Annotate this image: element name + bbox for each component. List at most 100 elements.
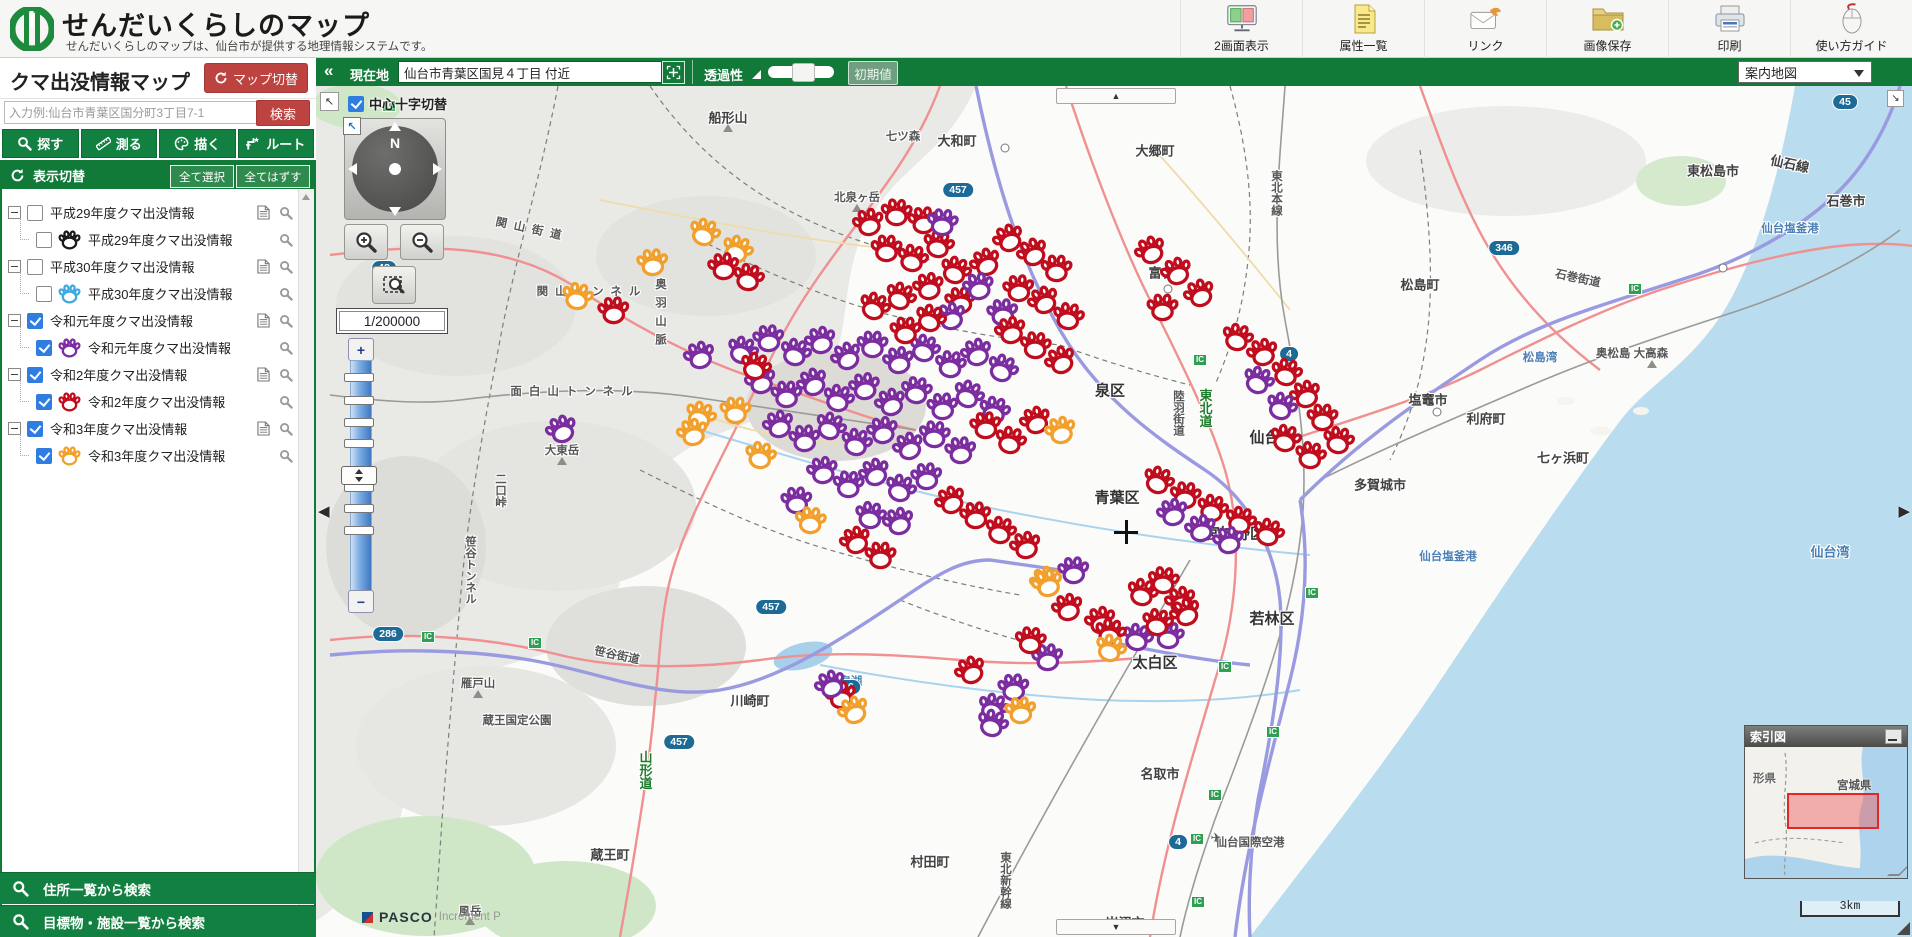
map-scalebar: 3km <box>1800 901 1900 917</box>
layer-group-checkbox[interactable] <box>27 205 43 221</box>
bear-sighting-marker[interactable] <box>742 438 780 472</box>
toolbar-print[interactable]: 印刷 <box>1668 0 1790 58</box>
layer-item-checkbox[interactable] <box>36 286 52 302</box>
zoom-tick[interactable] <box>344 418 374 427</box>
layer-panel-title: 表示切替 <box>33 166 85 185</box>
toolbar-dual-screen[interactable]: 2画面表示 <box>1180 0 1302 58</box>
side-tool-search[interactable]: 探す <box>2 129 79 158</box>
side-tool-route[interactable]: ルート <box>238 129 315 158</box>
zoom-slider-plus-button[interactable]: + <box>348 338 374 361</box>
zoom-in-button[interactable] <box>344 224 388 260</box>
address-list-search-button[interactable]: 住所一覧から検索 <box>0 872 316 904</box>
zoom-slider-minus-button[interactable]: − <box>348 590 374 613</box>
town-marker-icon <box>1719 264 1728 273</box>
select-all-button[interactable]: 全て選択 <box>170 165 234 188</box>
refresh-icon <box>214 71 228 85</box>
search-button[interactable]: 検索 <box>256 100 310 126</box>
bear-sighting-marker[interactable] <box>793 505 828 537</box>
map-switch-button[interactable]: マップ切替 <box>204 63 308 93</box>
bear-sighting-marker[interactable] <box>1050 300 1087 334</box>
compass-center-dot[interactable] <box>389 163 401 175</box>
zoom-tick[interactable] <box>344 396 374 405</box>
pan-right-arrow[interactable]: ▶ <box>1898 502 1910 520</box>
zoom-tick[interactable] <box>344 439 374 448</box>
layer-item-checkbox[interactable] <box>36 340 52 356</box>
center-cross-checkbox[interactable] <box>348 96 364 112</box>
pan-down-icon[interactable] <box>389 207 401 216</box>
index-map-body[interactable]: 形県 宮城県 <box>1745 747 1907 878</box>
bear-sighting-marker[interactable] <box>1040 254 1074 284</box>
pan-right-icon[interactable] <box>433 163 442 175</box>
address-search-input[interactable] <box>4 101 262 124</box>
toolbar-link[interactable]: リンク <box>1424 0 1546 58</box>
bear-paw-legend-icon <box>58 446 81 466</box>
pan-up-bar[interactable]: ▲ <box>1056 88 1176 104</box>
reset-north-button[interactable]: ↖ <box>343 117 361 135</box>
bear-sighting-marker[interactable] <box>909 461 944 493</box>
bear-sighting-marker[interactable] <box>719 396 752 425</box>
current-location-input[interactable] <box>398 61 662 83</box>
toolbar-image-save[interactable]: 画像保存 <box>1546 0 1668 58</box>
layer-group-checkbox[interactable] <box>27 259 43 275</box>
zoom-box-button[interactable] <box>372 266 416 304</box>
layer-group-checkbox[interactable] <box>27 421 43 437</box>
collapse-sidebar-button[interactable]: « <box>324 61 333 81</box>
scroll-up-icon[interactable] <box>302 194 310 200</box>
map-label: 北泉ヶ岳 <box>834 189 880 205</box>
center-target-button[interactable] <box>662 61 685 84</box>
pan-left-icon[interactable] <box>348 163 357 175</box>
layer-tree-scrollbar[interactable] <box>298 189 314 923</box>
layer-zoom-icon <box>279 341 293 355</box>
bear-sighting-marker[interactable] <box>925 207 960 239</box>
map-canvas[interactable]: 船形山北泉ヶ岳七ツ森大和町大郷町富谷市東松島市仙石線石巻市松島町石巻街道仙台塩釜… <box>316 86 1912 937</box>
layer-item-checkbox[interactable] <box>36 232 52 248</box>
sidebar-title-row: クマ出没情報マップ マップ切替 <box>0 58 316 99</box>
layer-row-icons <box>279 449 293 463</box>
pan-southeast-button[interactable]: ↘ <box>1887 90 1904 107</box>
zoom-tick[interactable] <box>344 526 374 535</box>
mountain-peak-icon <box>557 457 567 465</box>
route-shield: 346 <box>1488 240 1520 256</box>
layer-row-icons <box>279 287 293 301</box>
zoom-tick[interactable] <box>344 504 374 513</box>
zoom-out-button[interactable] <box>400 224 444 260</box>
bear-sighting-marker[interactable] <box>596 295 631 326</box>
zoom-slider-handle[interactable] <box>341 466 377 485</box>
basemap-select[interactable]: 案内地図 <box>1738 61 1872 83</box>
minimize-button[interactable] <box>1885 729 1902 744</box>
compass-pad[interactable]: N ↖ <box>344 118 446 220</box>
layer-item-checkbox[interactable] <box>36 394 52 410</box>
bear-sighting-marker[interactable] <box>635 247 670 279</box>
index-map-viewport-rect[interactable] <box>1787 793 1879 829</box>
clear-all-button[interactable]: 全てはずす <box>236 165 310 188</box>
side-tool-measure[interactable]: 測る <box>81 129 158 158</box>
facility-list-search-button[interactable]: 目標物・施設一覧から検索 <box>0 905 316 937</box>
interchange-badge: IC <box>1266 726 1280 738</box>
bear-sighting-marker[interactable] <box>1146 293 1179 322</box>
reset-button[interactable]: 初期値 <box>848 61 898 85</box>
toolbar-attribute-list[interactable]: 属性一覧 <box>1302 0 1424 58</box>
layer-item-row: 平成30年度クマ出没情報 <box>2 280 299 307</box>
toolbar-guide[interactable]: 使い方ガイド <box>1790 0 1912 58</box>
layer-item-checkbox[interactable] <box>36 448 52 464</box>
bear-sighting-marker[interactable] <box>1003 695 1038 727</box>
opacity-slider[interactable] <box>768 66 834 78</box>
bear-sighting-marker[interactable] <box>1210 524 1247 558</box>
bear-sighting-marker[interactable] <box>1139 605 1177 639</box>
layer-group-checkbox[interactable] <box>27 313 43 329</box>
pan-down-bar[interactable]: ▼ <box>1056 919 1176 935</box>
pan-left-arrow[interactable]: ◀ <box>318 502 330 520</box>
zoom-tick[interactable] <box>344 373 374 382</box>
side-tool-draw[interactable]: 描く <box>159 129 236 158</box>
layer-group-checkbox[interactable] <box>27 367 43 383</box>
pan-northwest-button[interactable]: ↖ <box>320 92 339 111</box>
layer-item-label: 令和3年度クマ出没情報 <box>88 446 225 465</box>
map-corner-resize-icon[interactable] <box>1897 922 1910 935</box>
toolbar-label: 画像保存 <box>1583 37 1631 54</box>
map-label: 多賀城市 <box>1354 475 1406 494</box>
index-map-header[interactable]: 索引図 <box>1745 726 1907 747</box>
bear-sighting-marker[interactable] <box>1013 625 1048 657</box>
pan-up-icon[interactable] <box>389 122 401 131</box>
layer-row-icons <box>279 233 293 247</box>
opacity-slider-handle[interactable] <box>792 63 815 82</box>
